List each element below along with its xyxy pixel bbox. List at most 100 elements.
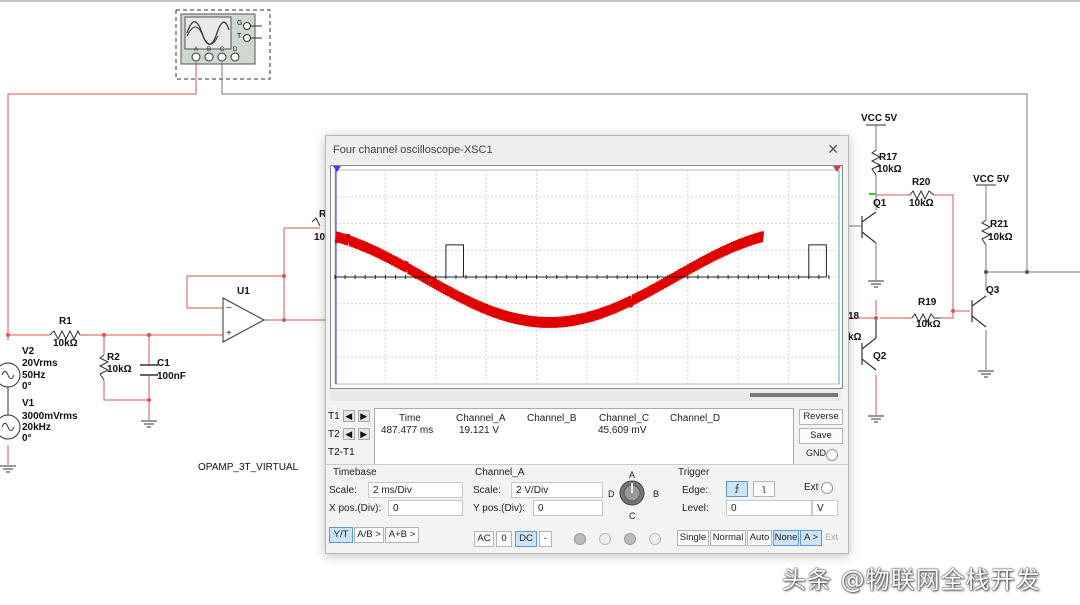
single-trigger-button[interactable]: Single [677,530,709,546]
yt-mode-button[interactable]: Y/T [329,527,353,543]
q3-label: Q3 [986,285,1000,296]
v1-amplitude: 3000mVrms [22,411,78,422]
gnd-radio[interactable] [826,449,838,461]
ext-edge-radio[interactable] [821,482,833,494]
channel-scale-label: Scale: [473,485,501,496]
auto-trigger-button[interactable]: Auto [747,530,772,546]
t2-right-arrow-icon[interactable]: ▶ [357,428,370,440]
r18-partial-value: kΩ [848,332,862,343]
scope-b-label: B [207,47,212,53]
r17-value: 10kΩ [877,164,902,175]
channel-d-radio[interactable] [649,533,661,545]
r19-value: 10kΩ [916,319,941,330]
trigger-ext-label[interactable]: Ext [825,532,838,542]
ypos-label: Y pos.(Div): [473,503,526,514]
zero-coupling-button[interactable]: 0 [496,531,512,547]
header-channel-a: Channel_A [456,413,506,424]
cursor-readout: T1 ◀ ▶ T2 ◀ ▶ T2-T1 Time Channel_A Chann… [326,406,848,465]
timebase-title: Timebase [333,467,377,478]
watermark: 头条 @物联网全栈开发 [782,566,1041,594]
svg-text:−: − [226,303,232,314]
normal-trigger-button[interactable]: Normal [710,530,746,546]
v2-amplitude: 20Vrms [22,358,58,369]
dc-coupling-button[interactable]: DC [515,531,537,547]
window-title: Four channel oscilloscope-XSC1 [333,144,493,156]
v2-frequency: 50Hz [22,370,46,381]
u1-label: U1 [237,286,250,297]
channel-scale-input[interactable]: 2 V/Div [511,482,603,498]
invert-button[interactable]: - [539,531,552,547]
v1-label: V1 [22,398,35,409]
scope-display [330,165,843,389]
channel-section: Channel_A Scale: 2 V/Div Y pos.(Div): 0 … [471,464,674,551]
r20-value: 10kΩ [909,198,934,209]
c1-label: C1 [157,358,170,369]
q1-label: Q1 [873,198,887,209]
r17-label: R17 [879,152,898,163]
window-titlebar[interactable]: Four channel oscilloscope-XSC1 ✕ [326,136,848,164]
t1-label: T1 [328,410,340,422]
knob-a-label: A [629,470,636,480]
channel-selector-knob-icon[interactable] [617,478,647,508]
q2-label: Q2 [873,351,887,362]
v1-phase: 0° [22,433,32,444]
oscilloscope-window[interactable]: Four channel oscilloscope-XSC1 ✕ T1 ◀ ▶ … [325,135,849,554]
c1-value: 100nF [157,371,186,382]
ypos-input[interactable]: 0 [533,500,603,516]
scope-c-label: C [220,47,225,53]
scope-t-label: T [237,33,242,40]
r21-value: 10kΩ [988,232,1013,243]
channel-title: Channel_A [475,467,525,478]
r21-label: R21 [990,219,1009,230]
save-button[interactable]: Save [799,428,843,444]
r-partial-value: 10 [314,232,326,243]
none-trigger-button[interactable]: None [773,530,799,546]
timebase-scale-label: Scale: [329,485,357,496]
cursor-controls: T1 ◀ ▶ T2 ◀ ▶ T2-T1 [328,408,372,464]
scope-g-label: G [237,20,243,27]
ab-mode-button[interactable]: A/B > [354,527,384,543]
readout-table: Time Channel_A Channel_B Channel_C Chann… [374,408,794,465]
t2-left-arrow-icon[interactable]: ◀ [342,428,355,440]
r1-value: 10kΩ [53,338,78,349]
trigger-section: Trigger Edge: ⨍ ʅ Ext Level: 0 V Single … [674,464,848,551]
level-input[interactable]: 0 [726,500,812,516]
v2-phase: 0° [22,381,32,392]
svg-text:+: + [226,328,232,339]
channel-c-radio[interactable] [624,533,636,545]
close-icon[interactable]: ✕ [827,141,839,158]
trigger-source-a-button[interactable]: A > [800,530,822,546]
scope-a-label: A [194,47,199,53]
header-channel-d: Channel_D [670,413,721,424]
ac-coupling-button[interactable]: AC [474,531,494,547]
level-unit-select[interactable]: V [812,500,838,516]
t1-left-arrow-icon[interactable]: ◀ [342,410,355,422]
horizontal-scrollbar[interactable] [330,389,841,401]
falling-edge-icon[interactable]: ʅ [753,481,775,497]
r18-partial-label: 18 [848,311,860,322]
ext-edge-label: Ext [804,482,819,493]
trigger-title: Trigger [678,467,710,478]
apb-mode-button[interactable]: A+B > [385,527,419,543]
xpos-label: X pos.(Div): [329,503,382,514]
r2-label: R2 [107,352,120,363]
header-channel-c: Channel_C [599,413,650,424]
xpos-input[interactable]: 0 [388,500,463,516]
oscilloscope-symbol[interactable] [175,9,271,80]
scope-d-label: D [233,47,238,53]
r1-label: R1 [59,316,72,327]
channel-a-radio[interactable] [574,533,586,545]
level-label: Level: [682,503,709,514]
t1-right-arrow-icon[interactable]: ▶ [357,410,370,422]
opamp-model-label: OPAMP_3T_VIRTUAL [198,462,299,473]
channel-b-radio[interactable] [599,533,611,545]
gnd-label: GND [806,448,826,458]
scope-display-svg [333,166,841,385]
timebase-scale-input[interactable]: 2 ms/Div [368,482,463,498]
reverse-button[interactable]: Reverse [799,409,843,425]
rising-edge-icon[interactable]: ⨍ [726,481,748,497]
scrollbar-thumb[interactable] [750,393,838,397]
knob-d-label: D [608,489,615,499]
header-time: Time [399,413,421,424]
vcc1-label: VCC 5V [861,113,898,124]
